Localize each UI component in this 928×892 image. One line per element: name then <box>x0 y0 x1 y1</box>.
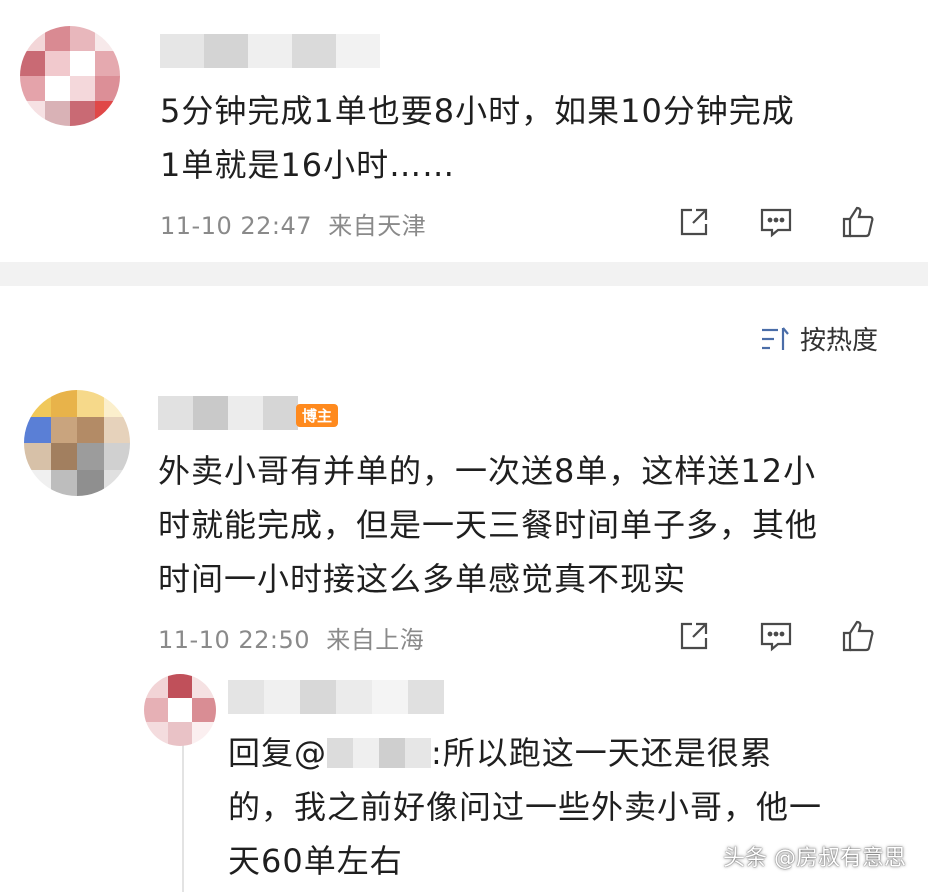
comment-meta: 11-10 22:47 来自天津 <box>160 206 426 241</box>
share-icon[interactable] <box>676 618 712 654</box>
comment-icon[interactable] <box>758 204 794 240</box>
avatar[interactable] <box>24 390 130 496</box>
share-icon[interactable] <box>676 204 712 240</box>
comment-location: 来自天津 <box>328 212 427 240</box>
username-blurred[interactable] <box>158 396 298 430</box>
comment-location: 来自上海 <box>326 626 425 654</box>
like-icon[interactable] <box>840 618 876 654</box>
comment-time: 11-10 22:47 <box>160 212 313 240</box>
avatar[interactable] <box>144 674 216 746</box>
username-blurred[interactable] <box>160 34 380 68</box>
comment-text: 外卖小哥有并单的，一次送8单，这样送12小 时就能完成，但是一天三餐时间单子多，… <box>158 452 819 598</box>
sort-label: 按热度 <box>799 326 878 356</box>
comment-actions <box>676 618 876 654</box>
avatar[interactable] <box>20 26 120 126</box>
like-icon[interactable] <box>840 204 876 240</box>
mentioned-user-blurred[interactable] <box>327 738 432 768</box>
watermark: 头条 @房叔有意思 <box>723 846 906 871</box>
sort-icon <box>761 326 789 350</box>
comment-actions <box>676 204 876 240</box>
author-badge: 博主 <box>296 404 339 427</box>
comment-icon[interactable] <box>758 618 794 654</box>
comment-meta: 11-10 22:50 来自上海 <box>158 620 424 655</box>
section-divider <box>0 262 928 286</box>
comment-text: 5分钟完成1单也要8小时，如果10分钟完成 1单就是16小时…… <box>160 92 795 184</box>
comment-time: 11-10 22:50 <box>158 626 311 654</box>
sort-button[interactable]: 按热度 <box>760 320 878 357</box>
username-blurred[interactable] <box>228 680 444 714</box>
